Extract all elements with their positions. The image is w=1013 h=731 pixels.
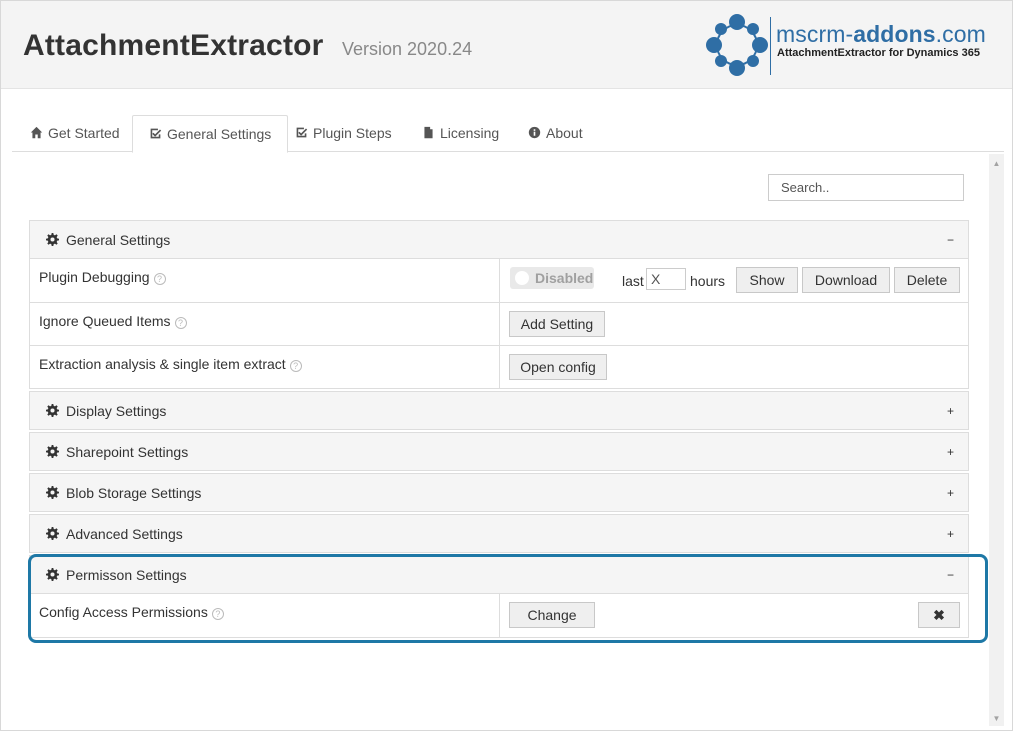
logo-divider bbox=[770, 17, 771, 75]
panel-title: General Settings bbox=[66, 232, 171, 248]
expand-toggle[interactable]: + bbox=[947, 433, 954, 471]
panel-display-settings-header[interactable]: Display Settings + bbox=[29, 391, 969, 430]
collapse-toggle[interactable]: − bbox=[947, 221, 954, 259]
add-setting-button[interactable]: Add Setting bbox=[509, 311, 605, 337]
scroll-down-arrow-icon[interactable]: ▼ bbox=[989, 711, 1004, 726]
panel-sharepoint-settings-header[interactable]: Sharepoint Settings + bbox=[29, 432, 969, 471]
hours-input[interactable] bbox=[646, 268, 686, 290]
expand-toggle[interactable]: + bbox=[947, 392, 954, 430]
expand-toggle[interactable]: + bbox=[947, 515, 954, 553]
edit-check-icon bbox=[296, 127, 308, 138]
gear-icon bbox=[46, 568, 59, 581]
setting-label: Ignore Queued Items bbox=[39, 313, 171, 329]
app-header: AttachmentExtractor Version 2020.24 mscr… bbox=[1, 1, 1012, 89]
panel-title: Sharepoint Settings bbox=[66, 444, 189, 460]
panel-general-settings-header[interactable]: General Settings − bbox=[29, 220, 969, 259]
panel-title: Display Settings bbox=[66, 403, 167, 419]
help-icon[interactable]: ? bbox=[289, 360, 302, 372]
tab-general-settings[interactable]: General Settings bbox=[132, 115, 289, 153]
vertical-scrollbar[interactable]: ▲ ▼ bbox=[989, 154, 1004, 726]
hours-label: hours bbox=[690, 273, 726, 289]
info-icon bbox=[528, 126, 541, 139]
logo-mark-icon bbox=[706, 14, 768, 76]
expand-toggle[interactable]: + bbox=[947, 474, 954, 512]
panel-general-settings-body: Plugin Debugging? Disabled last hours Sh… bbox=[29, 259, 969, 389]
toggle-label: Disabled bbox=[535, 270, 594, 286]
toggle-knob bbox=[515, 271, 529, 285]
search-input[interactable] bbox=[768, 174, 964, 201]
gear-icon bbox=[46, 527, 59, 540]
open-config-button[interactable]: Open config bbox=[509, 354, 607, 380]
debugging-toggle-switch[interactable]: Disabled bbox=[510, 267, 594, 289]
help-icon[interactable]: ? bbox=[153, 273, 166, 285]
gear-icon bbox=[46, 233, 59, 246]
help-icon[interactable]: ? bbox=[211, 608, 224, 620]
tab-get-started[interactable]: Get Started bbox=[14, 115, 136, 152]
gear-icon bbox=[46, 486, 59, 499]
scroll-up-arrow-icon[interactable]: ▲ bbox=[989, 156, 1004, 171]
gear-icon bbox=[46, 404, 59, 417]
company-logo: mscrm-addons.com AttachmentExtractor for… bbox=[705, 13, 1005, 77]
setting-label: Extraction analysis & single item extrac… bbox=[39, 356, 286, 372]
panel-blob-storage-settings-header[interactable]: Blob Storage Settings + bbox=[29, 473, 969, 512]
gear-icon bbox=[46, 445, 59, 458]
panel-advanced-settings-header[interactable]: Advanced Settings + bbox=[29, 514, 969, 553]
setting-row-plugin-debugging: Plugin Debugging? Disabled last hours Sh… bbox=[30, 259, 968, 302]
edit-check-icon bbox=[150, 128, 162, 139]
tab-bar: Get Started General Settings Plugin Step… bbox=[12, 115, 1004, 153]
help-icon[interactable]: ? bbox=[174, 317, 187, 329]
download-button[interactable]: Download bbox=[802, 267, 890, 293]
tab-plugin-steps[interactable]: Plugin Steps bbox=[279, 115, 408, 152]
clear-permissions-button[interactable]: ✖ bbox=[918, 602, 960, 628]
setting-label: Plugin Debugging bbox=[39, 269, 150, 285]
file-icon bbox=[424, 126, 433, 139]
tab-licensing[interactable]: Licensing bbox=[406, 115, 515, 152]
setting-row-config-access-permissions: Config Access Permissions? Change ✖ bbox=[30, 594, 968, 637]
last-label: last bbox=[622, 273, 644, 289]
logo-subtitle: AttachmentExtractor for Dynamics 365 bbox=[777, 47, 980, 59]
panel-permission-settings-body: Config Access Permissions? Change ✖ bbox=[29, 594, 969, 638]
app-version: Version 2020.24 bbox=[342, 39, 473, 59]
delete-button[interactable]: Delete bbox=[894, 267, 960, 293]
setting-row-ignore-queued-items: Ignore Queued Items? Add Setting bbox=[30, 302, 968, 345]
tab-about[interactable]: About bbox=[512, 115, 599, 152]
settings-content: General Settings − Plugin Debugging? Dis… bbox=[12, 152, 1004, 730]
setting-row-extraction-analysis: Extraction analysis & single item extrac… bbox=[30, 345, 968, 388]
panel-title: Permisson Settings bbox=[66, 567, 187, 583]
show-button[interactable]: Show bbox=[736, 267, 798, 293]
panel-title: Advanced Settings bbox=[66, 526, 183, 542]
collapse-toggle[interactable]: − bbox=[947, 556, 954, 594]
app-window: AttachmentExtractor Version 2020.24 mscr… bbox=[0, 0, 1013, 731]
change-button[interactable]: Change bbox=[509, 602, 595, 628]
setting-label: Config Access Permissions bbox=[39, 604, 208, 620]
panel-permission-settings-header[interactable]: Permisson Settings − bbox=[29, 555, 969, 594]
panel-title: Blob Storage Settings bbox=[66, 485, 202, 501]
home-icon bbox=[30, 126, 43, 139]
app-title: AttachmentExtractor bbox=[23, 29, 324, 62]
logo-brand: mscrm-addons.com bbox=[776, 21, 986, 47]
